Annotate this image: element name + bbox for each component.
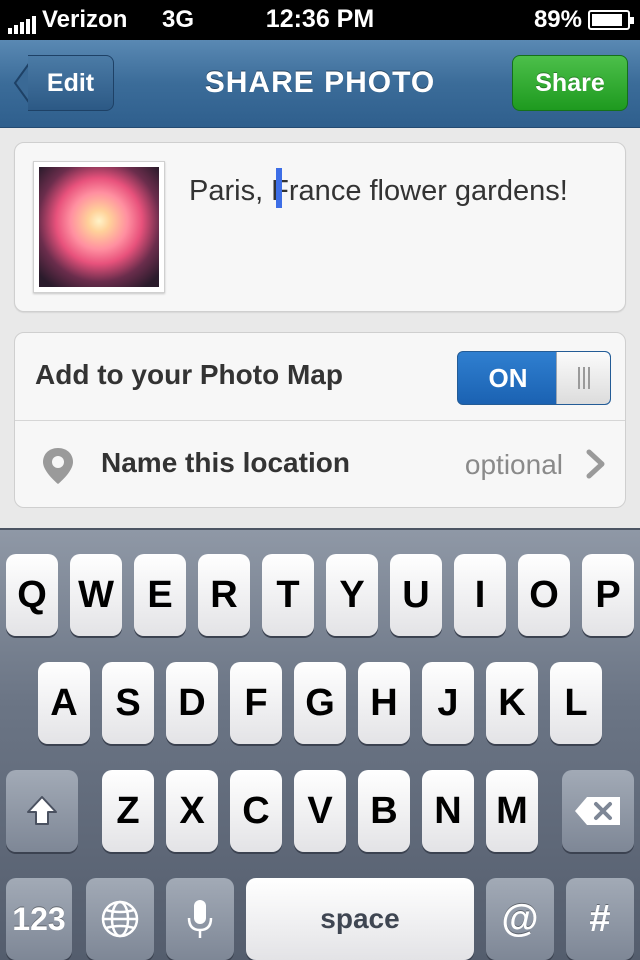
key-a[interactable]: A (38, 662, 90, 744)
location-label: Name this location (101, 447, 350, 478)
share-button[interactable]: Share (512, 55, 628, 111)
key-q[interactable]: Q (6, 554, 58, 636)
flower-photo (39, 167, 159, 287)
location-pin-icon (43, 448, 73, 484)
status-bar: Verizon 3G 12:36 PM 89% (0, 0, 640, 40)
key-y[interactable]: Y (326, 554, 378, 636)
toggle-knob[interactable] (556, 352, 610, 404)
caption-card: Paris, France flower gardens! (14, 142, 626, 312)
key-o[interactable]: O (518, 554, 570, 636)
key-z[interactable]: Z (102, 770, 154, 852)
key-s[interactable]: S (102, 662, 154, 744)
globe-icon (101, 900, 139, 938)
key-f[interactable]: F (230, 662, 282, 744)
key-r[interactable]: R (198, 554, 250, 636)
space-key[interactable]: space (246, 878, 474, 960)
shift-arrow-icon (27, 796, 57, 825)
key-n[interactable]: N (422, 770, 474, 852)
location-row[interactable]: Name this location optional (15, 421, 625, 509)
key-p[interactable]: P (582, 554, 634, 636)
key-e[interactable]: E (134, 554, 186, 636)
battery-icon (588, 10, 634, 30)
dictation-key[interactable] (166, 878, 234, 960)
location-optional-hint: optional (464, 449, 563, 480)
key-k[interactable]: K (486, 662, 538, 744)
numbers-key[interactable]: 123 (6, 878, 72, 960)
key-c[interactable]: C (230, 770, 282, 852)
photo-map-toggle[interactable]: ON (457, 351, 611, 405)
key-t[interactable]: T (262, 554, 314, 636)
key-w[interactable]: W (70, 554, 122, 636)
photo-map-label: Add to your Photo Map (35, 359, 343, 390)
key-j[interactable]: J (422, 662, 474, 744)
navigation-bar: Edit SHARE PHOTO Share (0, 40, 640, 128)
photo-thumbnail[interactable] (33, 161, 165, 293)
microphone-icon (187, 900, 213, 938)
photo-map-row: Add to your Photo Map ON (15, 333, 625, 421)
key-l[interactable]: L (550, 662, 602, 744)
shift-key[interactable] (6, 770, 78, 852)
options-card: Add to your Photo Map ON Name this locat… (14, 332, 626, 508)
keyboard: Q W E R T Y U I O P A S D F G H J K L Z … (0, 528, 640, 960)
key-d[interactable]: D (166, 662, 218, 744)
key-g[interactable]: G (294, 662, 346, 744)
backspace-icon (575, 797, 620, 825)
delete-key[interactable] (562, 770, 634, 852)
key-v[interactable]: V (294, 770, 346, 852)
chevron-right-icon (586, 449, 605, 479)
key-h[interactable]: H (358, 662, 410, 744)
key-u[interactable]: U (390, 554, 442, 636)
hash-key[interactable]: # (566, 878, 634, 960)
key-x[interactable]: X (166, 770, 218, 852)
toggle-on-label: ON (488, 362, 528, 393)
globe-key[interactable] (86, 878, 154, 960)
battery-percent: 89% (533, 6, 582, 33)
key-m[interactable]: M (486, 770, 538, 852)
key-b[interactable]: B (358, 770, 410, 852)
key-i[interactable]: I (454, 554, 506, 636)
at-key[interactable]: @ (486, 878, 554, 960)
text-cursor (276, 168, 282, 208)
caption-input[interactable]: Paris, France flower gardens! (189, 171, 609, 211)
